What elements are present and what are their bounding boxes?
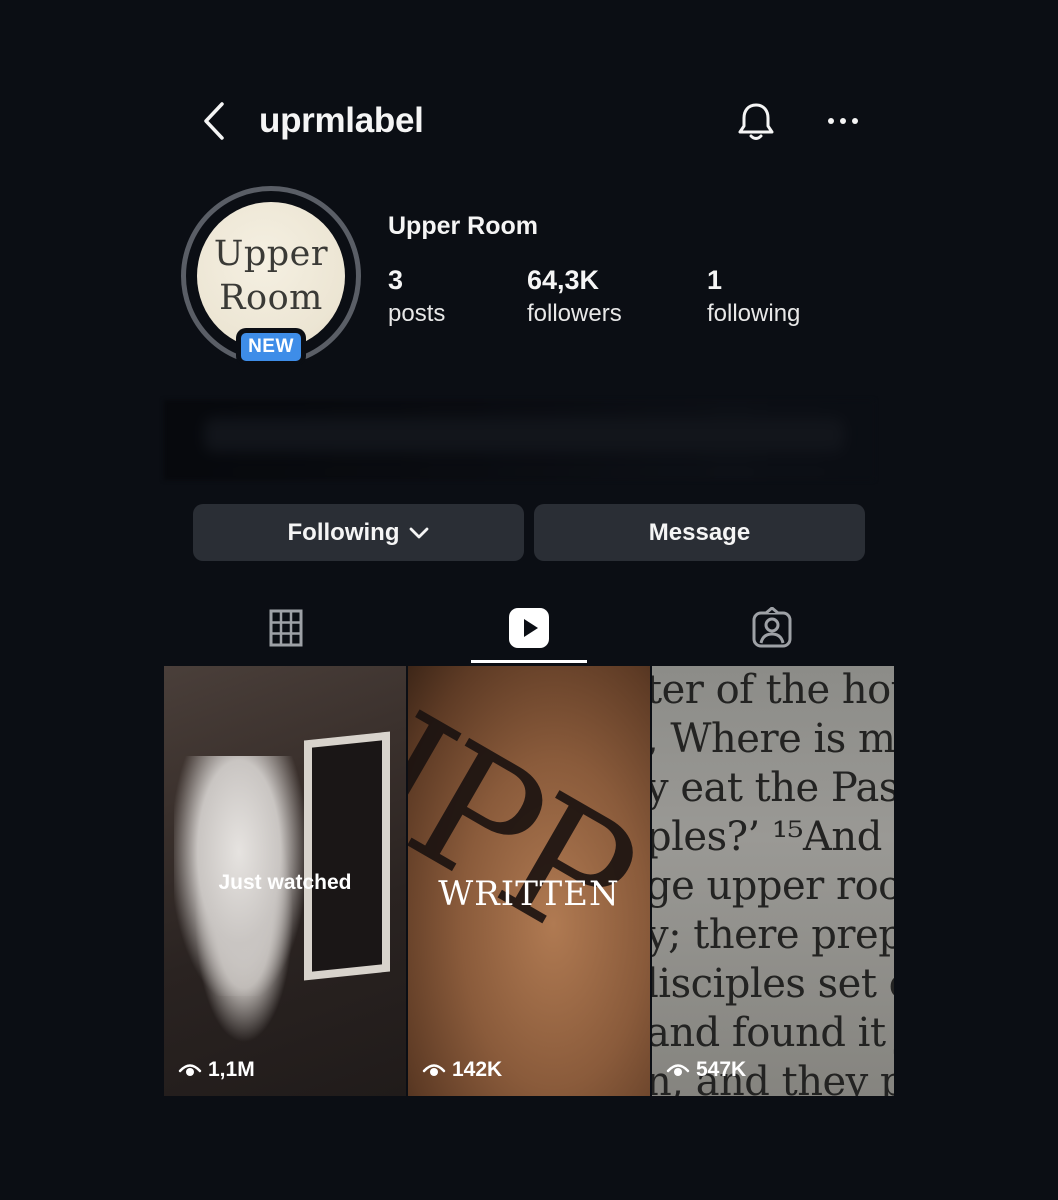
chevron-down-icon	[410, 527, 429, 538]
chevron-left-icon	[204, 102, 224, 140]
reel-title: WRITTEN	[438, 874, 620, 914]
more-options-button[interactable]	[824, 108, 862, 134]
bell-icon	[738, 103, 774, 140]
eye-icon	[422, 1064, 446, 1076]
reel-thumbnail-scripture: ter of the hou, Where is myy eat the Pas…	[652, 667, 894, 1096]
posts-count: 3	[388, 265, 404, 295]
avatar-text-upper: Upper	[213, 234, 329, 274]
back-button[interactable]	[200, 100, 230, 142]
bio-redacted	[164, 400, 874, 480]
profile-screen: uprmlabel Upper Room NEW Upper Room 3 po…	[164, 60, 894, 1096]
reel-view-count: 547K	[696, 1058, 747, 1081]
reels-icon	[508, 608, 549, 648]
profile-header: uprmlabel	[164, 60, 894, 180]
eye-icon	[666, 1064, 690, 1076]
reel-views: 547K	[666, 1058, 746, 1082]
reels-grid: Just watched 1,1M IPP WRITTEN 142K ter o…	[164, 666, 894, 1096]
posts-label: posts	[388, 300, 446, 327]
reel-views: 1,1M	[178, 1058, 255, 1082]
profile-tabs	[164, 590, 894, 666]
following-count: 1	[707, 265, 723, 295]
followers-label: followers	[527, 300, 622, 327]
profile-username: uprmlabel	[259, 101, 424, 140]
reel-view-count: 1,1M	[208, 1058, 255, 1081]
tab-tagged[interactable]	[650, 590, 893, 666]
reel-tile[interactable]: Just watched 1,1M	[164, 666, 406, 1096]
tab-reels[interactable]	[407, 590, 650, 666]
reel-tile[interactable]: ter of the hou, Where is myy eat the Pas…	[652, 666, 894, 1096]
tagged-icon	[752, 607, 791, 648]
stat-posts[interactable]: 3 posts	[388, 264, 445, 332]
display-name: Upper Room	[388, 212, 538, 240]
following-button-label: Following	[287, 518, 400, 546]
tab-grid[interactable]	[164, 590, 407, 666]
eye-icon	[178, 1064, 202, 1076]
reel-view-count: 142K	[452, 1058, 503, 1081]
notifications-button[interactable]	[734, 100, 778, 144]
new-badge: NEW	[238, 330, 304, 364]
reel-thumbnail-window	[304, 731, 390, 981]
message-button[interactable]: Message	[534, 504, 865, 561]
stat-followers[interactable]: 64,3K followers	[527, 264, 622, 332]
reel-tile[interactable]: IPP WRITTEN 142K	[408, 666, 650, 1096]
reel-thumbnail-letters: IPP	[408, 676, 650, 981]
reel-title: Just watched	[218, 871, 352, 894]
reel-views: 142K	[422, 1058, 502, 1082]
avatar-text-room: Room	[219, 278, 323, 318]
followers-count: 64,3K	[527, 265, 600, 295]
following-label: following	[707, 300, 801, 327]
following-button[interactable]: Following	[193, 504, 524, 561]
grid-icon	[269, 609, 302, 647]
message-button-label: Message	[648, 518, 751, 546]
stat-following[interactable]: 1 following	[707, 264, 800, 332]
more-horizontal-icon	[828, 118, 858, 124]
active-tab-indicator	[471, 660, 587, 663]
avatar-image: Upper Room	[197, 202, 345, 350]
